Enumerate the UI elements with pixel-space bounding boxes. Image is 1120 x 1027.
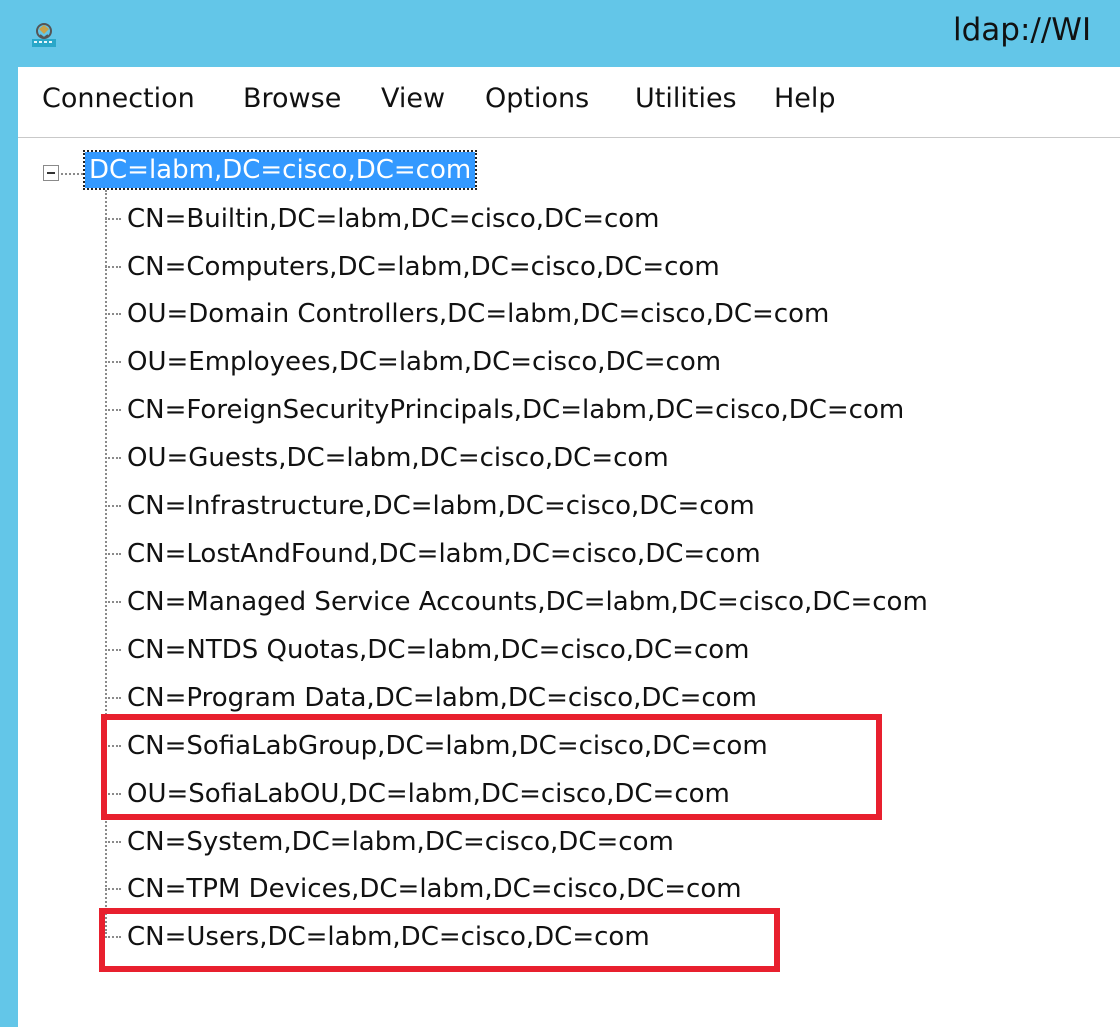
tree-connector (105, 457, 121, 459)
tree-connector (105, 409, 121, 411)
tree-connector (105, 313, 121, 315)
menu-options[interactable]: Options (481, 81, 593, 116)
menu-connection[interactable]: Connection (38, 81, 199, 116)
tree-connector (105, 505, 121, 507)
window-frame-left (0, 0, 18, 1027)
tree-connector (105, 266, 121, 268)
menu-view[interactable]: View (377, 81, 449, 116)
tree-connector-line (105, 190, 107, 934)
tree-connector (61, 173, 83, 175)
tree-node-label[interactable]: CN=Users,DC=labm,DC=cisco,DC=com (124, 919, 653, 955)
tree-connector (105, 841, 121, 843)
tree-node-label[interactable]: CN=Managed Service Accounts,DC=labm,DC=c… (124, 584, 931, 620)
tree-view[interactable]: DC=labm,DC=cisco,DC=com CN=Builtin,DC=la… (18, 138, 1120, 1027)
tree-node-label[interactable]: CN=System,DC=labm,DC=cisco,DC=com (124, 824, 677, 860)
tree-root-node[interactable]: DC=labm,DC=cisco,DC=com (82, 150, 478, 190)
tree-node-label[interactable]: OU=Guests,DC=labm,DC=cisco,DC=com (124, 440, 672, 476)
tree-node-label[interactable]: CN=LostAndFound,DC=labm,DC=cisco,DC=com (124, 536, 764, 572)
tree-node-label[interactable]: CN=Builtin,DC=labm,DC=cisco,DC=com (124, 201, 663, 237)
tree-connector (105, 888, 121, 890)
tree-connector (105, 793, 121, 795)
menu-help[interactable]: Help (770, 81, 840, 116)
menu-browse[interactable]: Browse (239, 81, 345, 116)
tree-connector (105, 649, 121, 651)
tree-node-label[interactable]: OU=SofiaLabOU,DC=labm,DC=cisco,DC=com (124, 776, 733, 812)
tree-node-label[interactable]: CN=NTDS Quotas,DC=labm,DC=cisco,DC=com (124, 632, 753, 668)
tree-connector (105, 553, 121, 555)
window-title: ldap://WI (953, 12, 1092, 48)
menu-utilities[interactable]: Utilities (631, 81, 741, 116)
tree-connector (105, 936, 121, 938)
ldp-window: ldap://WI Connection Browse View Options… (0, 0, 1120, 1027)
title-bar[interactable]: ldap://WI (0, 0, 1120, 67)
menu-bar: Connection Browse View Options Utilities… (18, 67, 1120, 138)
tree-connector (105, 218, 121, 220)
tree-node-label[interactable]: CN=Computers,DC=labm,DC=cisco,DC=com (124, 249, 723, 285)
tree-node-label[interactable]: CN=ForeignSecurityPrincipals,DC=labm,DC=… (124, 392, 907, 428)
tree-connector (105, 745, 121, 747)
tree-node-label[interactable]: CN=SofiaLabGroup,DC=labm,DC=cisco,DC=com (124, 728, 771, 764)
tree-node-label[interactable]: CN=Infrastructure,DC=labm,DC=cisco,DC=co… (124, 488, 758, 524)
ldp-app-icon (32, 23, 56, 47)
tree-connector (105, 361, 121, 363)
tree-node-label[interactable]: OU=Domain Controllers,DC=labm,DC=cisco,D… (124, 296, 832, 332)
tree-node-label[interactable]: CN=TPM Devices,DC=labm,DC=cisco,DC=com (124, 871, 745, 907)
tree-node-label[interactable]: OU=Employees,DC=labm,DC=cisco,DC=com (124, 344, 724, 380)
tree-node-label[interactable]: CN=Program Data,DC=labm,DC=cisco,DC=com (124, 680, 760, 716)
tree-connector (105, 601, 121, 603)
tree-connector (105, 697, 121, 699)
collapse-toggle-icon[interactable] (43, 165, 59, 181)
